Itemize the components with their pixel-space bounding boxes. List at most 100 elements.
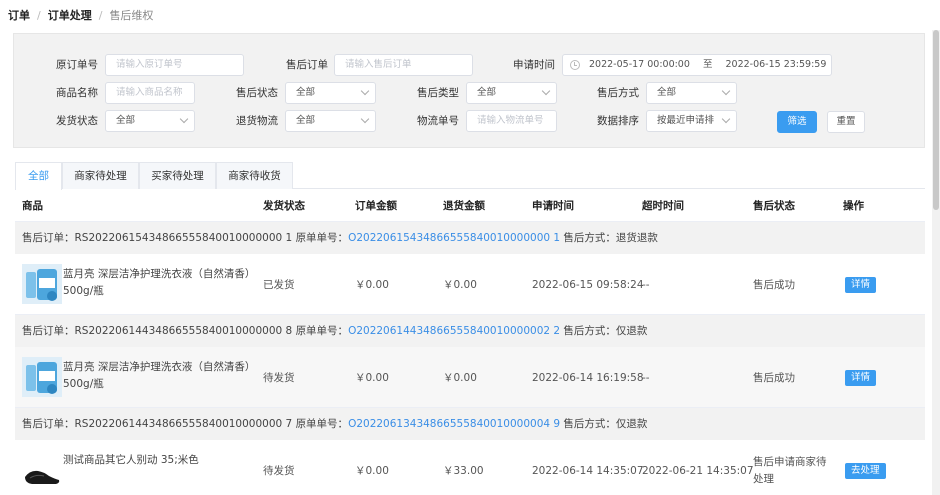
chevron-down-icon xyxy=(721,86,731,96)
refund-amount: ￥0.00 xyxy=(443,372,477,384)
breadcrumb-item-aftersale: 售后维权 xyxy=(109,9,154,22)
ship-status: 已发货 xyxy=(263,279,295,291)
detail-button[interactable]: 详情 xyxy=(845,369,877,386)
aftersale-order-input[interactable]: 请输入售后订单 xyxy=(334,54,473,76)
aftersale-no: RS20220614434866555840010000000 8 xyxy=(74,325,293,337)
scrollbar-thumb[interactable] xyxy=(933,30,939,210)
method-label: 售后方式： xyxy=(563,232,616,244)
ship-status-select[interactable]: 全部 xyxy=(105,110,195,132)
product-name[interactable]: 蓝月亮 深层洁净护理洗衣液（自然清香）500g/瓶 xyxy=(63,266,253,300)
aftersale-status-label: 售后状态 xyxy=(236,87,278,99)
order-amount: ￥0.00 xyxy=(355,279,389,291)
filter-panel: 原订单号 请输入原订单号 售后订单 请输入售后订单 申请时间 2022-05-1… xyxy=(13,33,925,148)
aftersale-method-value: 全部 xyxy=(657,87,677,98)
order-group-header: 售后订单：RS20220614434866555840010000000 7 原… xyxy=(15,408,925,440)
apply-time-label: 申请时间 xyxy=(513,59,555,71)
table-header: 商品 发货状态 订单金额 退货金额 申请时间 超时时间 售后状态 操作 xyxy=(15,190,925,222)
sort-select[interactable]: 按最近申请排 xyxy=(646,110,737,132)
column-header-product: 商品 xyxy=(22,200,43,212)
original-order-input[interactable]: 请输入原订单号 xyxy=(105,54,244,76)
original-order-label: 原订单号 xyxy=(56,59,98,71)
ship-status-label: 发货状态 xyxy=(56,115,98,127)
product-name-input[interactable]: 请输入商品名称 xyxy=(105,82,195,104)
tab-merchant-receiving[interactable]: 商家待收货 xyxy=(216,162,293,189)
detergent-thumbnail xyxy=(22,264,62,304)
column-header-refund-amount: 退货金额 xyxy=(443,200,485,212)
shoe-thumbnail xyxy=(22,450,62,490)
original-no-label: 原单单号： xyxy=(295,232,349,244)
aftersale-status: 售后申请商家待处理 xyxy=(753,455,827,485)
aftersale-status-select[interactable]: 全部 xyxy=(285,82,376,104)
status-tabs: 全部 商家待处理 买家待处理 商家待收货 xyxy=(15,162,925,190)
aftersale-method-label: 售后方式 xyxy=(597,87,639,99)
clock-icon xyxy=(570,60,580,70)
return-logistics-label: 退货物流 xyxy=(236,115,278,127)
refund-amount: ￥0.00 xyxy=(443,279,477,291)
return-logistics-select[interactable]: 全部 xyxy=(285,110,376,132)
product-name[interactable]: 蓝月亮 深层洁净护理洗衣液（自然清香）500g/瓶 xyxy=(63,359,253,393)
table-row: 蓝月亮 深层洁净护理洗衣液（自然清香）500g/瓶 待发货 ￥0.00 ￥0.0… xyxy=(15,347,925,408)
apply-time-separator: 至 xyxy=(702,59,713,70)
sort-value: 按最近申请排 xyxy=(657,115,715,126)
tracking-no-label: 物流单号 xyxy=(417,115,459,127)
reset-button[interactable]: 重置 xyxy=(827,111,865,133)
ship-status-value: 全部 xyxy=(116,115,136,126)
filter-button[interactable]: 筛选 xyxy=(777,111,817,133)
aftersale-table: 商品 发货状态 订单金额 退货金额 申请时间 超时时间 售后状态 操作 售后订单… xyxy=(15,190,925,495)
sort-label: 数据排序 xyxy=(597,115,639,127)
detergent-thumbnail xyxy=(22,357,62,397)
ship-status: 待发货 xyxy=(263,372,295,384)
tracking-no-input[interactable]: 请输入物流单号 xyxy=(466,110,557,132)
order-amount: ￥0.00 xyxy=(355,465,389,477)
apply-time-range-picker[interactable]: 2022-05-17 00:00:00 至 2022-06-15 23:59:5… xyxy=(562,54,832,76)
breadcrumb-item-order[interactable]: 订单 xyxy=(8,7,30,23)
vertical-scrollbar[interactable] xyxy=(932,30,940,495)
product-name-label: 商品名称 xyxy=(56,87,98,99)
apply-time: 2022-06-15 09:58:24 xyxy=(532,278,644,291)
original-no-link[interactable]: O20220614434866555840010000002 2 xyxy=(348,325,560,337)
apply-time-start: 2022-05-17 00:00:00 xyxy=(589,59,690,70)
timeout-time: -- xyxy=(642,278,650,291)
breadcrumb-item-order-processing[interactable]: 订单处理 xyxy=(48,7,92,23)
aftersale-status: 售后成功 xyxy=(753,279,795,291)
tab-all[interactable]: 全部 xyxy=(15,162,62,190)
original-no-link[interactable]: O20220615434866555840010000000 1 xyxy=(348,232,560,244)
process-button[interactable]: 去处理 xyxy=(845,462,886,479)
tab-merchant-pending[interactable]: 商家待处理 xyxy=(62,162,139,189)
chevron-down-icon xyxy=(360,86,370,96)
chevron-down-icon xyxy=(541,86,551,96)
table-row: 测试商品其它人别动 35;米色 待发货 ￥0.00 ￥33.00 2022-06… xyxy=(15,440,925,495)
table-row: 蓝月亮 深层洁净护理洗衣液（自然清香）500g/瓶 已发货 ￥0.00 ￥0.0… xyxy=(15,254,925,315)
aftersale-method: 仅退款 xyxy=(615,418,648,430)
aftersale-no-label: 售后订单： xyxy=(22,325,75,337)
original-no-link[interactable]: O20220613434866555840010000004 9 xyxy=(348,418,560,430)
apply-time-end: 2022-06-15 23:59:59 xyxy=(725,59,827,70)
chevron-down-icon xyxy=(179,114,189,124)
detail-button[interactable]: 详情 xyxy=(845,276,877,293)
timeout-time: -- xyxy=(642,371,650,384)
order-amount: ￥0.00 xyxy=(355,372,389,384)
refund-amount: ￥33.00 xyxy=(443,465,484,477)
column-header-timeout: 超时时间 xyxy=(642,200,684,212)
aftersale-no: RS20220615434866555840010000000 1 xyxy=(74,232,293,244)
aftersale-method-select[interactable]: 全部 xyxy=(646,82,737,104)
column-header-aftersale-status: 售后状态 xyxy=(753,200,795,212)
column-header-order-amount: 订单金额 xyxy=(355,200,397,212)
tab-buyer-pending[interactable]: 买家待处理 xyxy=(139,162,216,189)
method-label: 售后方式： xyxy=(563,325,616,337)
apply-time: 2022-06-14 14:35:07 xyxy=(532,464,644,477)
order-group-header: 售后订单：RS20220614434866555840010000000 8 原… xyxy=(15,315,925,347)
breadcrumb-separator: / xyxy=(37,8,41,22)
return-logistics-value: 全部 xyxy=(296,115,316,126)
aftersale-type-select[interactable]: 全部 xyxy=(466,82,557,104)
aftersale-method: 仅退款 xyxy=(615,325,648,337)
column-header-ship-status: 发货状态 xyxy=(263,200,305,212)
product-name[interactable]: 测试商品其它人别动 35;米色 xyxy=(63,452,253,469)
chevron-down-icon xyxy=(360,114,370,124)
chevron-down-icon xyxy=(721,114,731,124)
original-no-label: 原单单号： xyxy=(295,418,349,430)
breadcrumb-separator: / xyxy=(98,8,103,22)
aftersale-method: 退货退款 xyxy=(615,232,658,244)
column-header-apply-time: 申请时间 xyxy=(532,200,574,212)
timeout-time: 2022-06-21 14:35:07 xyxy=(642,464,754,477)
